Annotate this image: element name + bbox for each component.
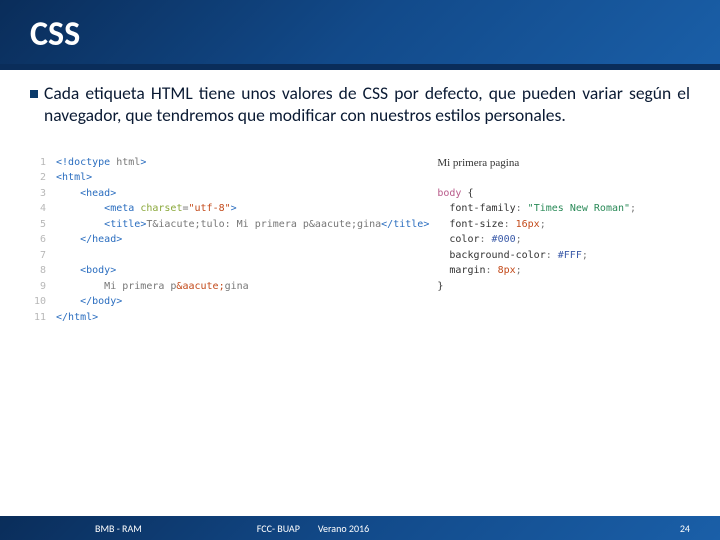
code-example: 1 2 3 4 5 6 7 8 9 10 11 <!doctype html> …: [30, 155, 690, 326]
slide-body: Cada etiqueta HTML tiene unos valores de…: [0, 70, 720, 325]
code-line: </body>: [56, 294, 429, 310]
slide-title: CSS: [30, 14, 690, 55]
css-preview-pane: Mi primera pagina body { font-family: "T…: [429, 155, 690, 326]
code-line: </html>: [56, 310, 429, 326]
preview-title: Mi primera pagina: [437, 155, 690, 172]
bullet-paragraph: Cada etiqueta HTML tiene unos valores de…: [30, 82, 690, 127]
line-num: 3: [30, 186, 46, 202]
code-line: <title>T&iacute;tulo: Mi primera p&aacut…: [56, 217, 429, 233]
slide-footer: BMB - RAM FCC- BUAP Verano 2016 24: [0, 516, 720, 540]
footer-org: FCC- BUAP: [257, 522, 300, 535]
code-line: }: [437, 279, 690, 295]
bullet-icon: [30, 90, 38, 98]
code-line: background-color: #FFF;: [437, 248, 690, 264]
footer-page-number: 24: [680, 522, 690, 535]
code-line: color: #000;: [437, 232, 690, 248]
code-line: </head>: [56, 232, 429, 248]
code-line: [56, 248, 429, 264]
line-num: 11: [30, 310, 46, 326]
code-line: <body>: [56, 263, 429, 279]
slide-header: CSS: [0, 0, 720, 70]
line-num: 5: [30, 217, 46, 233]
footer-author: BMB - RAM: [95, 522, 142, 535]
code-line: font-size: 16px;: [437, 217, 690, 233]
footer-term: Verano 2016: [318, 522, 369, 535]
line-num: 2: [30, 170, 46, 186]
code-line: margin: 8px;: [437, 263, 690, 279]
line-num: 8: [30, 263, 46, 279]
paragraph-text: Cada etiqueta HTML tiene unos valores de…: [44, 82, 690, 127]
line-num: 6: [30, 232, 46, 248]
line-num: 7: [30, 248, 46, 264]
html-code-pane: 1 2 3 4 5 6 7 8 9 10 11 <!doctype html> …: [30, 155, 429, 326]
line-num: 1: [30, 155, 46, 171]
code-line: <html>: [56, 170, 429, 186]
code-line: <head>: [56, 186, 429, 202]
line-num: 10: [30, 294, 46, 310]
line-number-gutter: 1 2 3 4 5 6 7 8 9 10 11: [30, 155, 56, 326]
code-line: <!doctype html>: [56, 155, 429, 171]
code-line: body {: [437, 186, 690, 202]
code-line: <meta charset="utf-8">: [56, 201, 429, 217]
html-code: <!doctype html> <html> <head> <meta char…: [56, 155, 429, 326]
line-num: 9: [30, 279, 46, 295]
code-line: Mi primera p&aacute;gina: [56, 279, 429, 295]
code-line: font-family: "Times New Roman";: [437, 201, 690, 217]
line-num: 4: [30, 201, 46, 217]
css-code: body { font-family: "Times New Roman"; f…: [437, 186, 690, 295]
